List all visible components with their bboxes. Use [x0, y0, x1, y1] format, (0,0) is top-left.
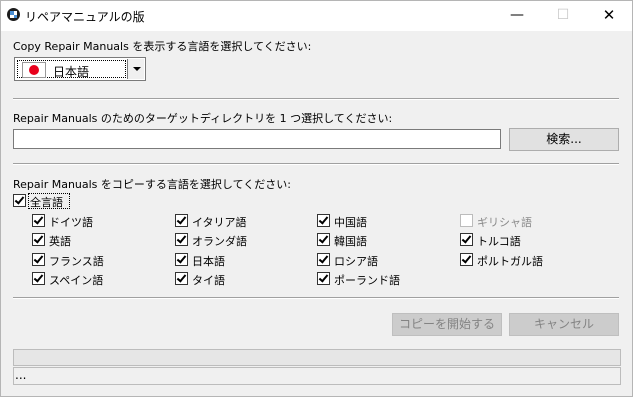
language-label: 英語: [49, 235, 71, 248]
japan-flag-icon: [22, 62, 46, 78]
cancel-button[interactable]: キャンセル: [509, 313, 619, 336]
language-checkbox-disabled: [460, 214, 473, 227]
title-bar: リペアマニュアルの版 — ☐ ✕: [1, 1, 632, 31]
dropdown-arrow-button[interactable]: [127, 59, 144, 79]
language-checkbox[interactable]: [460, 253, 473, 266]
combo-focus: 日本語: [17, 60, 126, 79]
separator: [13, 163, 619, 165]
language-checkbox[interactable]: [32, 253, 45, 266]
language-checkbox[interactable]: [317, 233, 330, 246]
copy-languages-label: Repair Manuals をコピーする言語を選択してください:: [13, 178, 291, 191]
language-checkbox[interactable]: [32, 272, 45, 285]
language-label: トルコ語: [477, 235, 521, 248]
language-label: ポルトガル語: [477, 255, 543, 268]
language-checkbox[interactable]: [317, 253, 330, 266]
language-checkbox[interactable]: [32, 233, 45, 246]
language-label: オランダ語: [192, 235, 247, 248]
language-checkbox[interactable]: [460, 233, 473, 246]
display-language-label: Copy Repair Manuals を表示する言語を選択してください:: [13, 40, 312, 53]
language-checkbox[interactable]: [175, 253, 188, 266]
language-label: 中国語: [334, 216, 367, 229]
start-copy-button[interactable]: コピーを開始する: [392, 313, 502, 336]
language-label: ギリシャ語: [477, 216, 532, 229]
language-label: 韓国語: [334, 235, 367, 248]
display-language-select[interactable]: 日本語: [14, 57, 146, 81]
directory-label: Repair Manuals のためのターゲットディレクトリを 1 つ選択してく…: [13, 112, 393, 125]
language-label: スペイン語: [49, 274, 104, 287]
selected-language: 日本語: [53, 65, 90, 79]
close-button[interactable]: ✕: [586, 1, 632, 31]
separator: [13, 98, 619, 100]
window-title: リペアマニュアルの版: [25, 10, 145, 24]
language-label: 日本語: [192, 255, 225, 268]
chevron-down-icon: [133, 67, 141, 71]
language-label: ロシア語: [334, 255, 378, 268]
bmw-icon: [7, 8, 20, 21]
language-label: タイ語: [192, 274, 225, 287]
language-label: フランス語: [49, 255, 104, 268]
status-text: ...: [15, 368, 27, 382]
language-checkbox[interactable]: [32, 214, 45, 227]
maximize-button[interactable]: ☐: [540, 1, 586, 31]
language-label: イタリア語: [192, 216, 247, 229]
all-languages-label: 全言語: [30, 196, 63, 209]
main-window: リペアマニュアルの版 — ☐ ✕ Copy Repair Manuals を表示…: [0, 0, 633, 397]
language-checkbox[interactable]: [317, 272, 330, 285]
browse-button[interactable]: 検索...: [509, 128, 619, 151]
status-bar: ...: [13, 367, 621, 385]
progress-bar: [13, 349, 621, 366]
language-checkbox[interactable]: [317, 214, 330, 227]
language-label: ドイツ語: [49, 216, 93, 229]
directory-input[interactable]: [13, 129, 501, 149]
language-checkbox[interactable]: [175, 214, 188, 227]
separator: [13, 297, 619, 299]
minimize-button[interactable]: —: [494, 1, 540, 31]
language-checkbox[interactable]: [175, 272, 188, 285]
language-label: ポーランド語: [334, 274, 400, 287]
language-checkbox[interactable]: [175, 233, 188, 246]
all-languages-checkbox[interactable]: [13, 194, 26, 207]
